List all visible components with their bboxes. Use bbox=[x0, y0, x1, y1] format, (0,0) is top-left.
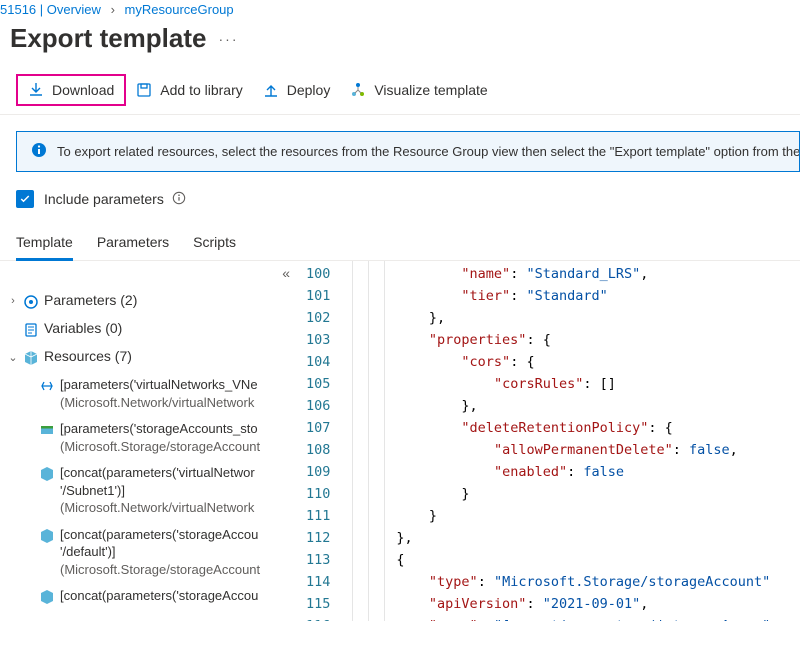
deploy-icon bbox=[263, 82, 279, 98]
code-content: "name": "Standard_LRS", "tier": "Standar… bbox=[396, 261, 770, 621]
resources-icon bbox=[22, 349, 40, 367]
tabs: Template Parameters Scripts bbox=[16, 226, 800, 261]
tree-pane: « › Parameters (2) Variables (0) ⌄ bbox=[0, 261, 300, 621]
parameters-icon bbox=[22, 293, 40, 311]
tab-scripts[interactable]: Scripts bbox=[193, 226, 236, 261]
visualize-icon bbox=[350, 82, 366, 98]
chevron-right-icon: › bbox=[105, 2, 121, 17]
tree-resource-item[interactable]: [concat(parameters('storageAccou '/defau… bbox=[0, 521, 300, 583]
vnet-icon bbox=[38, 377, 56, 395]
collapse-pane-button[interactable]: « bbox=[282, 265, 290, 281]
deploy-button[interactable]: Deploy bbox=[253, 74, 341, 106]
save-icon bbox=[136, 82, 152, 98]
storage-icon bbox=[38, 421, 56, 439]
cube-icon bbox=[38, 465, 56, 483]
tree-resources[interactable]: ⌄ Resources (7) bbox=[0, 343, 300, 371]
tree-resource-item[interactable]: [parameters('storageAccounts_sto (Micros… bbox=[0, 415, 300, 459]
tree-resource-item[interactable]: [parameters('virtualNetworks_VNe (Micros… bbox=[0, 371, 300, 415]
info-tooltip-icon[interactable] bbox=[172, 191, 186, 208]
tab-parameters[interactable]: Parameters bbox=[97, 226, 169, 261]
breadcrumb-overview[interactable]: 51516 | Overview bbox=[0, 2, 101, 17]
tree-resource-item[interactable]: [concat(parameters('storageAccou bbox=[0, 582, 300, 610]
info-banner-text: To export related resources, select the … bbox=[57, 144, 800, 159]
info-icon bbox=[31, 142, 47, 161]
fold-guides bbox=[340, 261, 396, 621]
breadcrumb-resource-group[interactable]: myResourceGroup bbox=[125, 2, 234, 17]
variables-icon bbox=[22, 321, 40, 339]
tree-parameters[interactable]: › Parameters (2) bbox=[0, 287, 300, 315]
code-editor[interactable]: 100101102 103104105 106107108 109110111 … bbox=[300, 261, 800, 621]
breadcrumb: 51516 | Overview › myResourceGroup bbox=[0, 0, 800, 17]
include-parameters-checkbox[interactable] bbox=[16, 190, 34, 208]
chevron-down-icon: ⌄ bbox=[4, 347, 22, 364]
tab-template[interactable]: Template bbox=[16, 226, 73, 261]
tree-variables[interactable]: Variables (0) bbox=[0, 315, 300, 343]
toolbar: Download Add to library Deploy Visualize… bbox=[0, 68, 800, 115]
download-button[interactable]: Download bbox=[16, 74, 126, 106]
include-parameters-label: Include parameters bbox=[44, 191, 164, 207]
line-number-gutter: 100101102 103104105 106107108 109110111 … bbox=[300, 261, 340, 621]
cube-icon bbox=[38, 588, 56, 606]
info-banner: To export related resources, select the … bbox=[16, 131, 800, 172]
tree-resource-item[interactable]: [concat(parameters('virtualNetwor '/Subn… bbox=[0, 459, 300, 521]
add-to-library-button[interactable]: Add to library bbox=[126, 74, 252, 106]
download-icon bbox=[28, 82, 44, 98]
page-title: Export template bbox=[10, 23, 207, 54]
visualize-template-button[interactable]: Visualize template bbox=[340, 74, 497, 106]
more-actions-button[interactable]: ··· bbox=[219, 31, 239, 47]
cube-icon bbox=[38, 527, 56, 545]
chevron-right-icon: › bbox=[4, 291, 22, 307]
